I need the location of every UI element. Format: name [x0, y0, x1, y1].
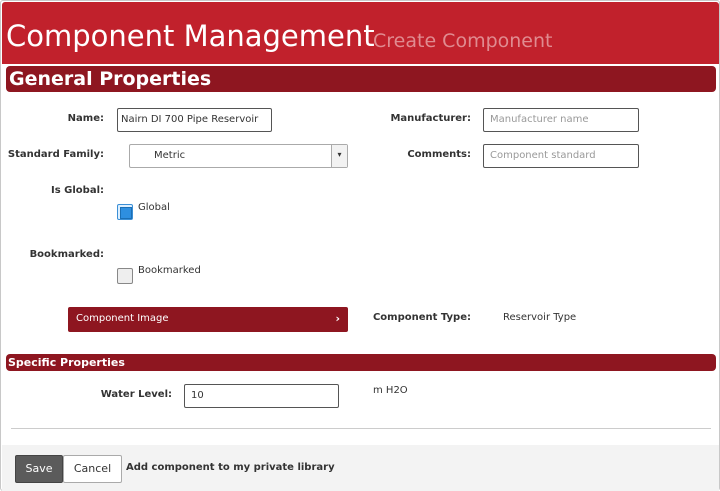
component-type-label: Component Type:	[372, 312, 471, 323]
page-subtitle: Create Component	[373, 30, 553, 52]
component-dialog: Component Management Create Component Ge…	[0, 0, 720, 491]
divider	[11, 428, 711, 429]
component-image-label: Component Image	[76, 313, 169, 324]
private-library-option[interactable]: Add component to my private library	[126, 462, 335, 473]
save-button[interactable]: Save	[15, 455, 63, 483]
bookmarked-checkbox[interactable]	[117, 268, 133, 284]
standard-family-select[interactable]: Metric ▾	[129, 144, 348, 168]
global-checkbox-label: Global	[138, 202, 170, 213]
specific-properties-header: Specific Properties	[6, 354, 716, 371]
chevron-down-icon[interactable]: ▾	[331, 145, 347, 167]
comments-label: Comments:	[407, 149, 471, 160]
water-level-input[interactable]: 10	[184, 384, 339, 408]
header-bar: Component Management Create Component	[2, 2, 719, 64]
component-type-value: Reservoir Type	[503, 312, 577, 323]
global-checkbox[interactable]	[117, 204, 133, 220]
manufacturer-label: Manufacturer:	[390, 113, 471, 124]
cancel-button[interactable]: Cancel	[63, 455, 122, 483]
general-properties-header: General Properties	[6, 66, 716, 92]
name-label: Name:	[67, 113, 104, 124]
component-image-button[interactable]: Component Image ›	[68, 307, 348, 332]
is-global-label: Is Global:	[51, 185, 104, 196]
chevron-right-icon: ›	[335, 312, 340, 325]
water-level-unit: m H2O	[373, 385, 408, 396]
standard-family-label: Standard Family:	[7, 149, 104, 160]
water-level-label: Water Level:	[100, 389, 172, 400]
bookmarked-checkbox-label: Bookmarked	[138, 265, 201, 276]
name-input[interactable]: Nairn DI 700 Pipe Reservoir	[117, 108, 272, 132]
comments-input[interactable]: Component standard	[483, 144, 639, 168]
standard-family-value: Metric	[154, 150, 186, 161]
manufacturer-input[interactable]: Manufacturer name	[483, 108, 639, 132]
page-title: Component Management	[6, 19, 375, 53]
bookmarked-label: Bookmarked:	[29, 249, 104, 260]
